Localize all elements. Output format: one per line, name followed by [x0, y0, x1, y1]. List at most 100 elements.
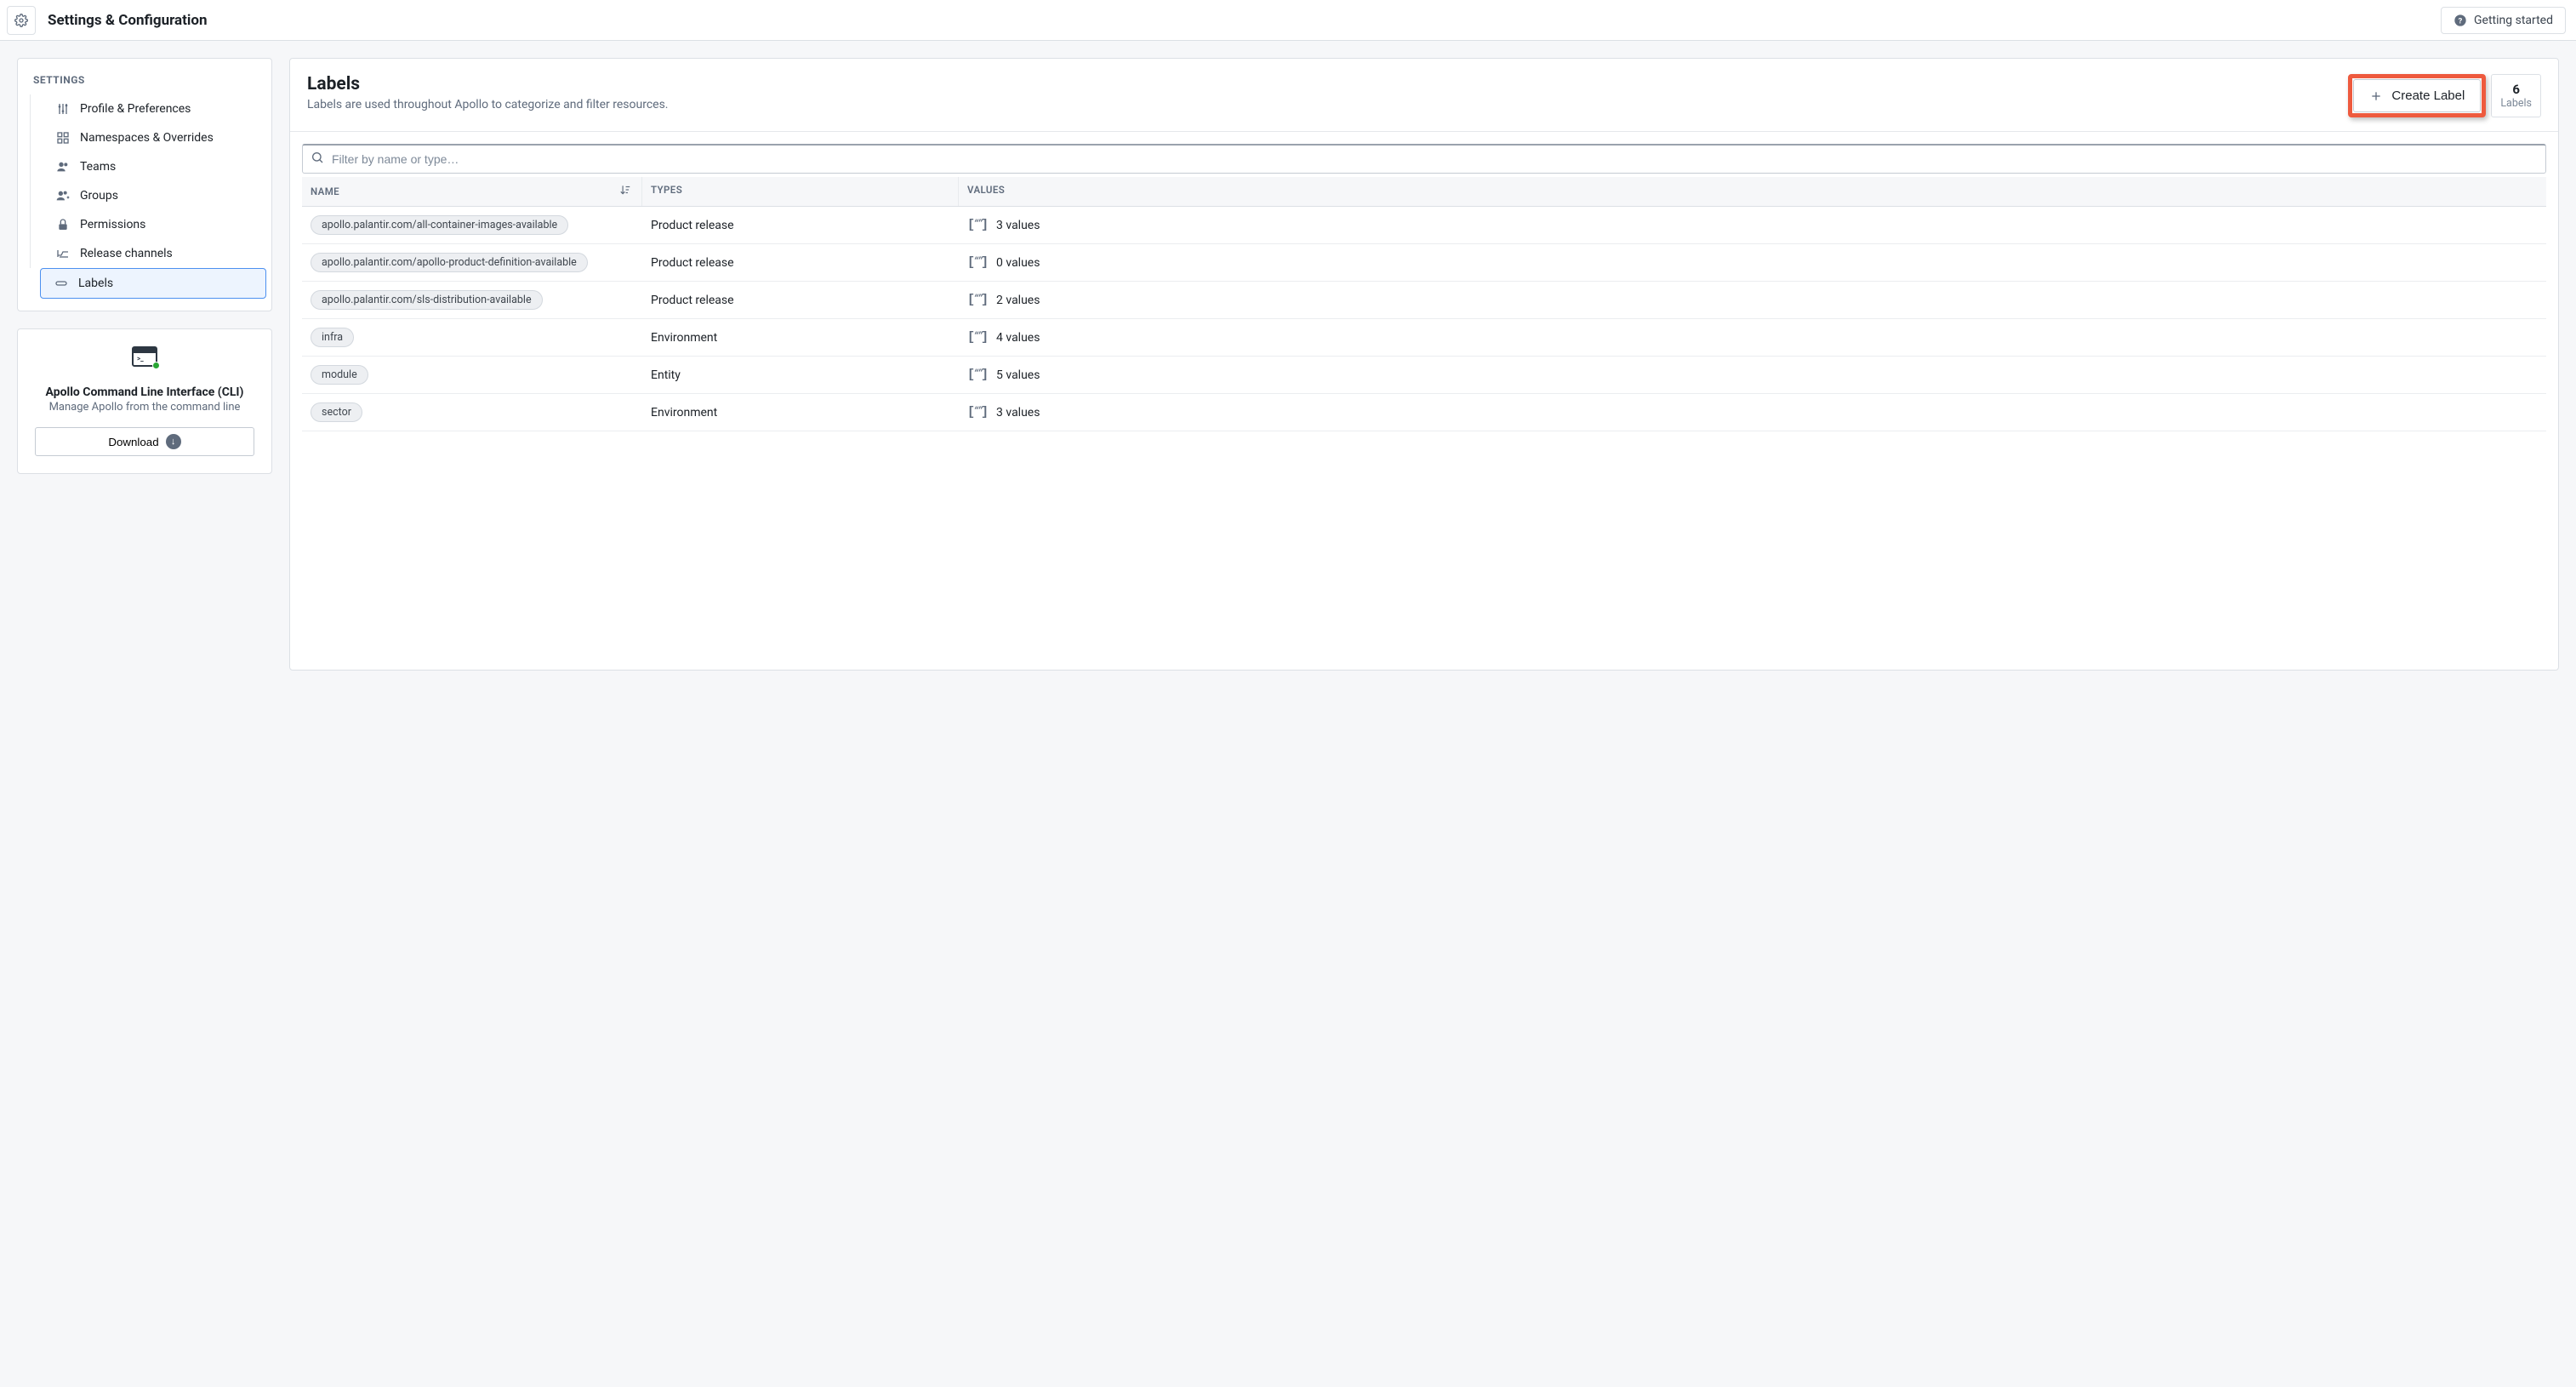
help-icon: ?	[2453, 14, 2467, 27]
values-text: 4 values	[996, 331, 1040, 345]
values-text: 2 values	[996, 294, 1040, 307]
cli-icon: >_	[132, 346, 157, 367]
col-header-types[interactable]: TYPES	[642, 177, 959, 206]
label-tag[interactable]: apollo.palantir.com/apollo-product-defin…	[311, 253, 588, 272]
values-text: 3 values	[996, 406, 1040, 420]
label-icon	[54, 277, 68, 290]
label-tag[interactable]: module	[311, 365, 368, 385]
cell-type: Product release	[642, 210, 959, 241]
cli-sub: Manage Apollo from the command line	[35, 401, 254, 414]
search-icon	[311, 151, 324, 168]
cell-values: [“”] 2 values	[959, 284, 2546, 316]
table-row[interactable]: sector Environment [“”] 3 values	[302, 394, 2546, 431]
sidebar-heading: SETTINGS	[18, 67, 271, 94]
cell-type: Entity	[642, 360, 959, 391]
sidebar-item-label: Profile & Preferences	[80, 102, 191, 116]
sidebar-item-label: Namespaces & Overrides	[80, 131, 214, 145]
sidebar-item-groups[interactable]: Groups	[30, 181, 263, 210]
top-bar: Settings & Configuration ? Getting start…	[0, 0, 2576, 41]
main-subtitle: Labels are used throughout Apollo to cat…	[307, 98, 2348, 111]
values-icon: [“”]	[967, 255, 986, 270]
release-icon	[56, 247, 70, 260]
sidebar-item-label: Labels	[78, 277, 113, 290]
table-row[interactable]: apollo.palantir.com/sls-distribution-ava…	[302, 282, 2546, 319]
page-title: Settings & Configuration	[48, 12, 208, 29]
getting-started-label: Getting started	[2474, 14, 2553, 27]
cell-type: Environment	[642, 322, 959, 353]
table-body: apollo.palantir.com/all-container-images…	[302, 207, 2546, 431]
plus-icon	[2369, 89, 2383, 103]
topbar-left: Settings & Configuration	[7, 6, 208, 35]
cell-values: [“”] 5 values	[959, 359, 2546, 391]
main-panel: Labels Labels are used throughout Apollo…	[289, 58, 2559, 671]
cli-card: >_ Apollo Command Line Interface (CLI) M…	[17, 328, 272, 474]
table-header: NAME TYPES VALUES	[302, 177, 2546, 207]
label-tag[interactable]: infra	[311, 328, 354, 347]
cell-name: apollo.palantir.com/sls-distribution-ava…	[302, 282, 642, 318]
main-header: Labels Labels are used throughout Apollo…	[290, 59, 2558, 132]
sort-icon[interactable]	[619, 184, 631, 199]
sidebar-item-labels[interactable]: Labels	[40, 268, 266, 299]
label-tag[interactable]: apollo.palantir.com/sls-distribution-ava…	[311, 290, 543, 310]
values-icon: [“”]	[967, 293, 986, 307]
col-header-values[interactable]: VALUES	[959, 177, 2546, 206]
lock-icon	[56, 218, 70, 231]
sidebar-nav-card: SETTINGS Profile & Preferences Namespaces…	[17, 58, 272, 311]
download-button[interactable]: Download ↓	[35, 427, 254, 456]
sidebar-item-profile-preferences[interactable]: Profile & Preferences	[30, 94, 263, 123]
header-right: Create Label 6 Labels	[2348, 74, 2541, 117]
svg-text:?: ?	[2459, 16, 2463, 26]
cell-name: infra	[302, 319, 642, 356]
settings-gear-button[interactable]	[7, 6, 36, 35]
values-icon: [“”]	[967, 405, 986, 420]
values-text: 3 values	[996, 219, 1040, 232]
namespaces-icon	[56, 131, 70, 145]
cell-type: Product release	[642, 285, 959, 316]
create-label-button[interactable]: Create Label	[2353, 79, 2481, 112]
download-label: Download	[108, 436, 158, 448]
labels-count-label: Labels	[2500, 97, 2532, 110]
label-tag[interactable]: apollo.palantir.com/all-container-images…	[311, 215, 568, 235]
sidebar-item-release-channels[interactable]: Release channels	[30, 239, 263, 268]
values-icon: [“”]	[967, 368, 986, 382]
cell-name: module	[302, 357, 642, 393]
sidebar-item-namespaces-overrides[interactable]: Namespaces & Overrides	[30, 123, 263, 152]
sidebar-nav: Profile & Preferences Namespaces & Overri…	[18, 94, 271, 299]
values-icon: [“”]	[967, 218, 986, 232]
main-title: Labels	[307, 74, 2348, 94]
create-label-highlight: Create Label	[2348, 74, 2486, 117]
sidebar-item-teams[interactable]: Teams	[30, 152, 263, 181]
download-icon: ↓	[166, 434, 181, 449]
filter-wrap	[302, 144, 2546, 174]
label-tag[interactable]: sector	[311, 402, 362, 422]
cli-title: Apollo Command Line Interface (CLI)	[35, 385, 254, 399]
cell-type: Environment	[642, 397, 959, 428]
people-icon	[56, 160, 70, 174]
main-body: NAME TYPES VALUES apollo.palantir.com/al…	[290, 132, 2558, 443]
sidebar-item-label: Permissions	[80, 218, 145, 231]
cell-values: [“”] 4 values	[959, 322, 2546, 353]
values-text: 5 values	[996, 368, 1040, 382]
sidebar: SETTINGS Profile & Preferences Namespaces…	[17, 58, 272, 474]
create-label-text: Create Label	[2391, 88, 2465, 103]
sidebar-item-label: Teams	[80, 160, 116, 174]
cell-name: apollo.palantir.com/apollo-product-defin…	[302, 244, 642, 281]
layout: SETTINGS Profile & Preferences Namespaces…	[0, 41, 2576, 688]
labels-count-box: 6 Labels	[2491, 74, 2541, 117]
getting-started-button[interactable]: ? Getting started	[2441, 7, 2566, 34]
sidebar-item-label: Groups	[80, 189, 118, 203]
table-row[interactable]: infra Environment [“”] 4 values	[302, 319, 2546, 357]
filter-input[interactable]	[302, 144, 2546, 174]
col-header-name[interactable]: NAME	[302, 177, 642, 206]
table-row[interactable]: apollo.palantir.com/all-container-images…	[302, 207, 2546, 244]
people-plus-icon	[56, 189, 70, 203]
sliders-icon	[56, 102, 70, 116]
table-row[interactable]: apollo.palantir.com/apollo-product-defin…	[302, 244, 2546, 282]
sidebar-item-permissions[interactable]: Permissions	[30, 210, 263, 239]
table-row[interactable]: module Entity [“”] 5 values	[302, 357, 2546, 394]
values-icon: [“”]	[967, 330, 986, 345]
cell-name: apollo.palantir.com/all-container-images…	[302, 207, 642, 243]
gear-icon	[14, 14, 28, 27]
cell-type: Product release	[642, 248, 959, 278]
sidebar-item-label: Release channels	[80, 247, 173, 260]
